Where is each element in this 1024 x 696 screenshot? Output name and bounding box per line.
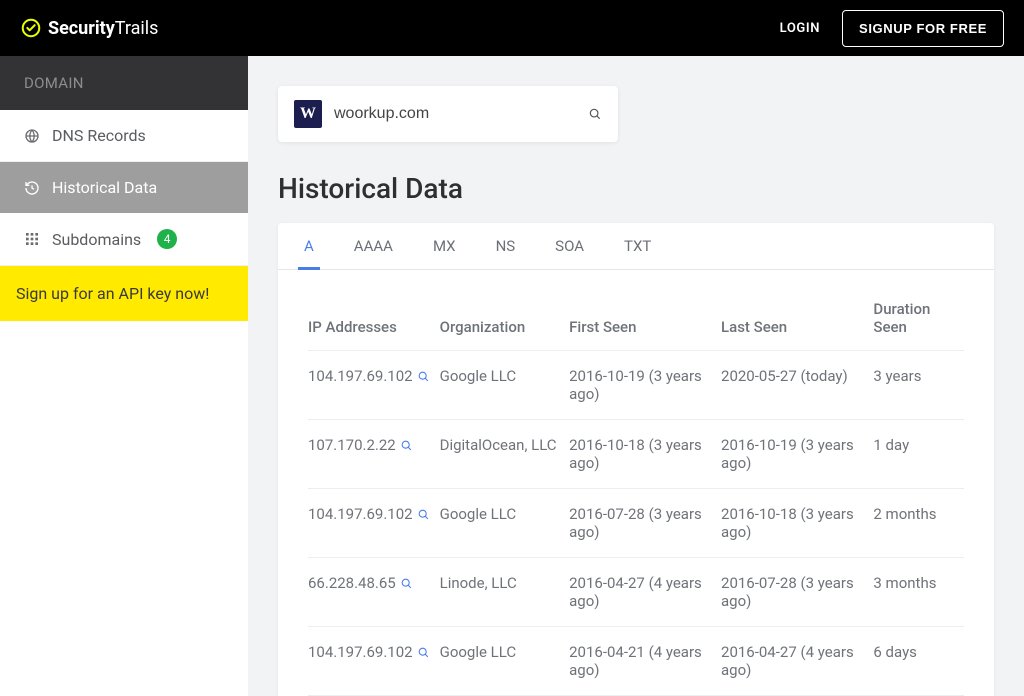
column-header: IP Addresses — [308, 300, 440, 351]
table-row: 104.197.69.102 Google LLC2016-10-19 (3 ye… — [308, 351, 964, 420]
ip-address: 66.228.48.65 — [308, 574, 396, 592]
cell-duration: 2 months — [873, 489, 964, 558]
top-navbar: SecurityTrails LOGIN SIGNUP FOR FREE — [0, 0, 1024, 56]
sidebar-item-label: Subdomains — [52, 230, 141, 249]
column-header: Last Seen — [721, 300, 873, 351]
ip-address: 104.197.69.102 — [308, 367, 413, 385]
subdomains-count-badge: 4 — [157, 229, 177, 249]
main-content: W Historical Data AAAAAMXNSSOATXT IP Add… — [248, 56, 1024, 696]
nav-actions: LOGIN SIGNUP FOR FREE — [780, 10, 1004, 47]
column-header: First Seen — [569, 300, 721, 351]
sidebar-item-historical-data[interactable]: Historical Data — [0, 162, 248, 213]
record-type-tabs: AAAAAMXNSSOATXT — [278, 223, 994, 270]
table-row: 66.228.48.65 Linode, LLC2016-04-27 (4 yea… — [308, 558, 964, 627]
ip-address: 104.197.69.102 — [308, 643, 413, 661]
grid-icon — [24, 231, 40, 247]
lookup-ip-icon[interactable] — [417, 646, 430, 659]
sidebar: DOMAIN DNS Records Historical Data — [0, 56, 248, 696]
sidebar-item-label: DNS Records — [52, 126, 146, 145]
ip-address: 107.170.2.22 — [308, 436, 396, 454]
sidebar-cta-api-key[interactable]: Sign up for an API key now! — [0, 266, 248, 321]
cell-org: Google LLC — [440, 489, 570, 558]
cell-org: DigitalOcean, LLC — [440, 420, 570, 489]
login-link[interactable]: LOGIN — [780, 21, 820, 36]
cell-last: 2020-05-27 (today) — [721, 351, 873, 420]
sidebar-header: DOMAIN — [0, 56, 248, 110]
cell-org: Google LLC — [440, 351, 570, 420]
cell-duration: 3 months — [873, 558, 964, 627]
cell-first: 2016-10-18 (3 years ago) — [569, 420, 721, 489]
domain-search-input[interactable] — [334, 105, 576, 123]
lookup-ip-icon[interactable] — [417, 508, 430, 521]
cell-last: 2016-10-19 (3 years ago) — [721, 420, 873, 489]
lookup-ip-icon[interactable] — [400, 439, 413, 452]
tab-txt[interactable]: TXT — [618, 223, 657, 269]
cell-org: Google LLC — [440, 627, 570, 696]
signup-button[interactable]: SIGNUP FOR FREE — [842, 10, 1004, 47]
cell-duration: 1 day — [873, 420, 964, 489]
tab-soa[interactable]: SOA — [549, 223, 590, 269]
cell-last: 2016-04-27 (4 years ago) — [721, 627, 873, 696]
historical-card: AAAAAMXNSSOATXT IP AddressesOrganization… — [278, 223, 994, 696]
tab-mx[interactable]: MX — [427, 223, 462, 269]
table-row: 104.197.69.102 Google LLC2016-04-21 (4 ye… — [308, 627, 964, 696]
cell-first: 2016-04-21 (4 years ago) — [569, 627, 721, 696]
cell-first: 2016-07-28 (3 years ago) — [569, 489, 721, 558]
cell-last: 2016-10-18 (3 years ago) — [721, 489, 873, 558]
sidebar-item-subdomains[interactable]: Subdomains 4 — [0, 213, 248, 266]
lookup-ip-icon[interactable] — [400, 577, 413, 590]
sidebar-item-dns-records[interactable]: DNS Records — [0, 110, 248, 162]
brand[interactable]: SecurityTrails — [20, 17, 158, 39]
table-row: 107.170.2.22 DigitalOcean, LLC2016-10-18 … — [308, 420, 964, 489]
logo-icon — [20, 17, 42, 39]
tab-aaaa[interactable]: AAAA — [348, 223, 399, 269]
history-icon — [24, 180, 40, 196]
ip-address: 104.197.69.102 — [308, 505, 413, 523]
search-icon[interactable] — [588, 107, 602, 121]
globe-icon — [24, 128, 40, 144]
table-row: 104.197.69.102 Google LLC2016-07-28 (3 ye… — [308, 489, 964, 558]
cell-duration: 6 days — [873, 627, 964, 696]
lookup-ip-icon[interactable] — [417, 370, 430, 383]
cell-org: Linode, LLC — [440, 558, 570, 627]
cell-duration: 3 years — [873, 351, 964, 420]
column-header: Organization — [440, 300, 570, 351]
page-title: Historical Data — [278, 172, 994, 205]
cell-first: 2016-10-19 (3 years ago) — [569, 351, 721, 420]
sidebar-item-label: Historical Data — [52, 178, 157, 197]
domain-favicon: W — [294, 100, 322, 128]
cell-last: 2016-07-28 (3 years ago) — [721, 558, 873, 627]
domain-search-box: W — [278, 86, 618, 142]
tab-ns[interactable]: NS — [490, 223, 522, 269]
historical-table: IP AddressesOrganizationFirst SeenLast S… — [308, 300, 964, 696]
column-header: Duration Seen — [873, 300, 964, 351]
cell-first: 2016-04-27 (4 years ago) — [569, 558, 721, 627]
tab-a[interactable]: A — [298, 223, 320, 269]
brand-text: SecurityTrails — [48, 18, 158, 39]
